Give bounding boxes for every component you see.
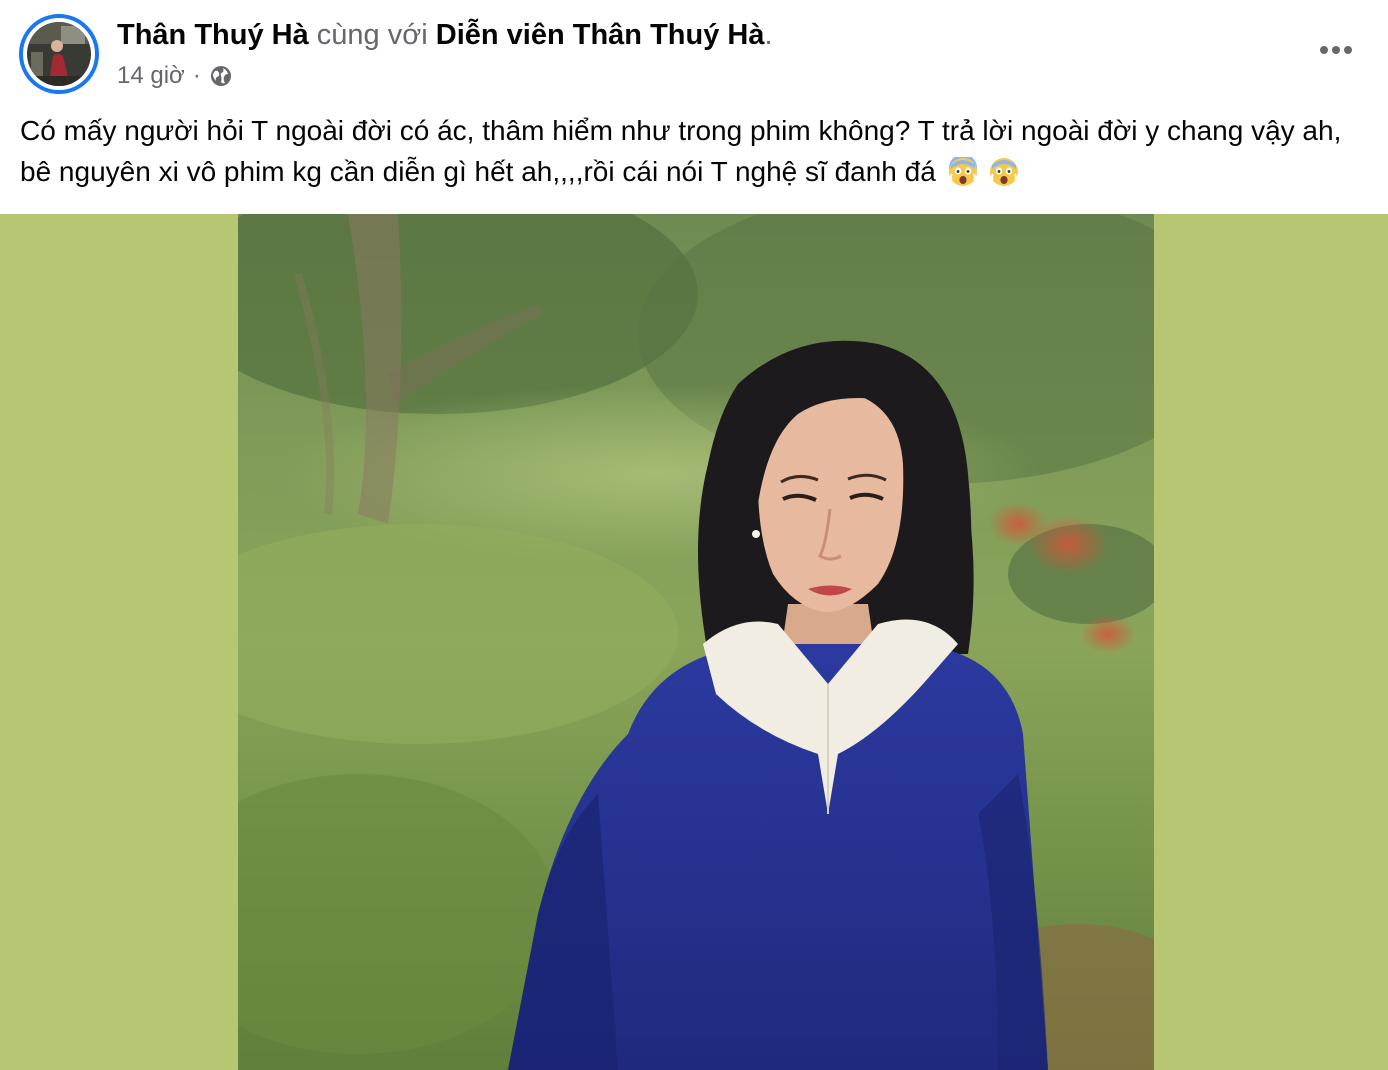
post-media	[0, 214, 1388, 1070]
more-options-button[interactable]	[1310, 30, 1362, 70]
with-text: cùng với	[316, 19, 428, 51]
post-header: Thân Thuý Hà cùng với Diễn viên Thân Thu…	[0, 0, 1388, 100]
meta-separator: ·	[192, 62, 201, 89]
author-line: Thân Thuý Hà cùng với Diễn viên Thân Thu…	[117, 16, 773, 54]
facebook-post: Thân Thuý Hà cùng với Diễn viên Thân Thu…	[0, 0, 1388, 1070]
tagged-name-link[interactable]: Diễn viên Thân Thuý Hà	[436, 19, 765, 51]
timestamp-link[interactable]: 14 giờ	[117, 60, 185, 92]
tagged-suffix: .	[764, 19, 773, 51]
author-name-link[interactable]: Thân Thuý Hà	[117, 19, 309, 51]
author-avatar[interactable]	[19, 14, 99, 94]
avatar-image	[27, 22, 91, 86]
globe-icon[interactable]	[209, 64, 233, 88]
post-message: Có mấy người hỏi T ngoài đời có ác, thâm…	[20, 110, 1370, 192]
face-screaming-icon	[989, 157, 1019, 187]
post-photo[interactable]	[238, 214, 1154, 1070]
post-meta: 14 giờ ·	[117, 60, 233, 92]
more-options-icon	[1320, 46, 1352, 54]
face-screaming-icon	[948, 154, 978, 187]
post-message-text: Có mấy người hỏi T ngoài đời có ác, thâm…	[20, 115, 1342, 187]
